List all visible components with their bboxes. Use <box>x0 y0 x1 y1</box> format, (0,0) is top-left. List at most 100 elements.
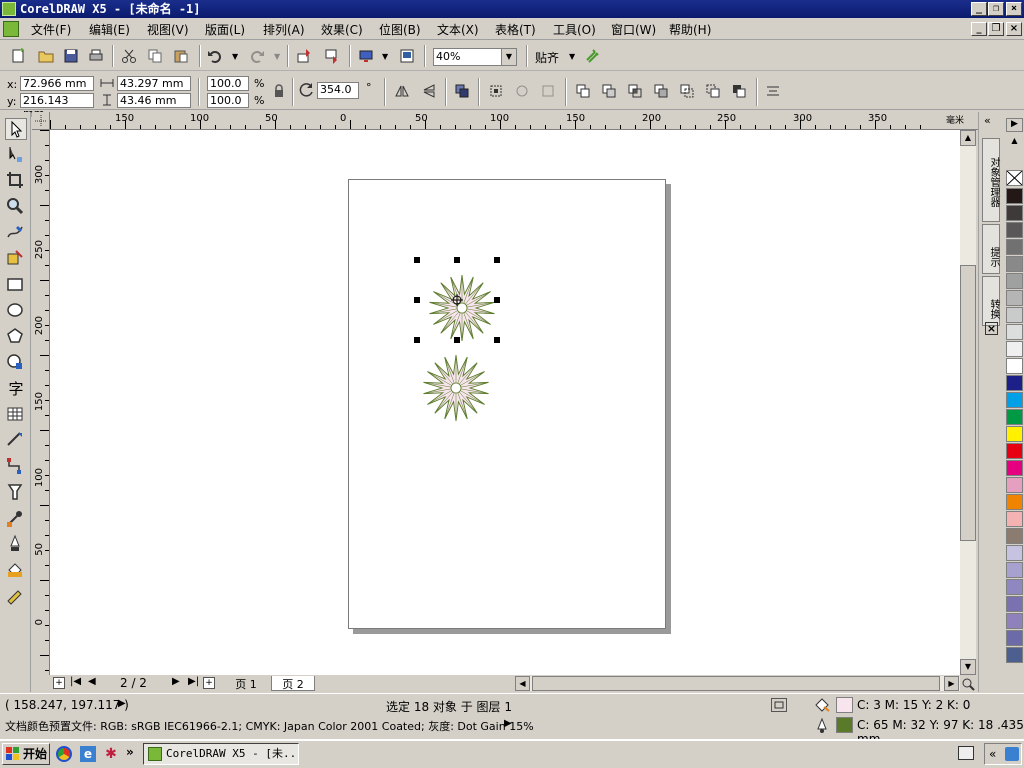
palette-swatch[interactable] <box>1006 528 1023 544</box>
status-expand-icon[interactable]: ▶ <box>118 698 126 709</box>
palette-swatch[interactable] <box>1006 324 1023 340</box>
no-color-swatch[interactable] <box>1006 170 1023 186</box>
flower-unselected[interactable] <box>421 353 491 423</box>
vertical-ruler[interactable]: 300 250 200 150 100 50 0 <box>32 130 50 675</box>
doc-restore-button[interactable]: ❐ <box>988 22 1004 36</box>
palette-scroll-up-icon[interactable]: ▶ <box>1006 118 1023 132</box>
palette-swatch[interactable] <box>1006 222 1023 238</box>
outline-tool-icon[interactable] <box>5 534 27 556</box>
snap-status-icon[interactable] <box>771 698 787 712</box>
docker-collapse-icon[interactable]: « <box>984 114 991 127</box>
combine-icon[interactable] <box>539 82 557 100</box>
navigator-icon[interactable] <box>960 676 976 691</box>
menu-effects[interactable]: 效果(C) <box>321 21 363 38</box>
palette-swatch[interactable] <box>1006 596 1023 612</box>
palette-swatch[interactable] <box>1006 494 1023 510</box>
copy-icon[interactable] <box>146 47 164 65</box>
interactive-fill-tool-icon[interactable] <box>5 586 27 608</box>
back-minus-front-icon[interactable] <box>704 82 722 100</box>
weld-icon[interactable] <box>574 82 592 100</box>
page-tab-1[interactable]: 页 1 <box>225 676 267 691</box>
fill-indicator-icon[interactable] <box>813 697 831 713</box>
palette-swatch[interactable] <box>1006 562 1023 578</box>
flower-selected[interactable] <box>410 256 514 360</box>
app-shortcut-icon[interactable]: ✱ <box>103 746 119 762</box>
palette-swatch[interactable] <box>1006 307 1023 323</box>
open-icon[interactable] <box>37 47 55 65</box>
shape-tool-icon[interactable] <box>5 144 27 166</box>
fill-color-swatch[interactable] <box>836 697 853 713</box>
application-launcher-icon[interactable] <box>357 47 375 65</box>
redo-dropdown-icon[interactable]: ▼ <box>274 52 280 61</box>
horizontal-scrollbar[interactable]: ◀ ▶ <box>515 676 960 691</box>
scroll-down-button[interactable]: ▼ <box>960 659 976 675</box>
horizontal-scroll-thumb[interactable] <box>532 676 940 691</box>
palette-swatch[interactable] <box>1006 239 1023 255</box>
menu-arrange[interactable]: 排列(A) <box>263 21 305 38</box>
menu-layout[interactable]: 版面(L) <box>205 21 245 38</box>
palette-up-arrow-icon[interactable]: ▲ <box>1006 136 1023 148</box>
palette-swatch[interactable] <box>1006 647 1023 663</box>
minimize-button[interactable]: _ <box>971 2 987 16</box>
start-button[interactable]: 开始 <box>2 743 50 765</box>
eyedropper-tool-icon[interactable] <box>5 508 27 530</box>
snap-to-menu[interactable]: 贴齐 <box>535 49 559 66</box>
mirror-horizontal-icon[interactable] <box>393 82 411 100</box>
tray-expand-icon[interactable]: « <box>989 747 996 761</box>
lock-ratio-icon[interactable] <box>270 82 288 100</box>
crop-tool-icon[interactable] <box>5 170 27 192</box>
ruler-origin-icon[interactable] <box>32 112 50 130</box>
redo-icon[interactable] <box>248 47 266 65</box>
intersect-icon[interactable] <box>626 82 644 100</box>
smart-fill-tool-icon[interactable] <box>5 248 27 270</box>
basic-shapes-tool-icon[interactable] <box>5 352 27 374</box>
maximize-button[interactable]: ❐ <box>988 2 1004 16</box>
menu-text[interactable]: 文本(X) <box>437 21 479 38</box>
selection-handle-bc[interactable] <box>454 337 460 343</box>
flower-shape-1[interactable] <box>429 274 495 342</box>
export-icon[interactable] <box>323 47 341 65</box>
menu-file[interactable]: 文件(F) <box>31 21 71 38</box>
selection-handle-br[interactable] <box>494 337 500 343</box>
doc-close-button[interactable]: × <box>1006 22 1022 36</box>
palette-swatch[interactable] <box>1006 273 1023 289</box>
menu-edit[interactable]: 编辑(E) <box>89 21 130 38</box>
profile-expand-icon[interactable]: ▶ <box>504 718 512 729</box>
chrome-icon[interactable] <box>56 746 72 762</box>
y-position-input[interactable]: 216.143 mm <box>20 93 94 120</box>
palette-swatch[interactable] <box>1006 341 1023 357</box>
welcome-screen-icon[interactable] <box>398 47 416 65</box>
outline-indicator-icon[interactable] <box>815 717 829 734</box>
palette-swatch[interactable] <box>1006 511 1023 527</box>
add-page-after-icon[interactable]: + <box>203 677 215 689</box>
menu-window[interactable]: 窗口(W) <box>611 21 656 38</box>
rotation-angle-input[interactable]: 354.0 <box>317 82 359 99</box>
drawing-canvas[interactable] <box>50 130 960 675</box>
palette-swatch[interactable] <box>1006 579 1023 595</box>
menu-bitmaps[interactable]: 位图(B) <box>379 21 421 38</box>
selection-center-icon[interactable] <box>451 294 463 306</box>
save-icon[interactable] <box>62 47 80 65</box>
create-boundary-icon[interactable] <box>730 82 748 100</box>
palette-swatch[interactable] <box>1006 205 1023 221</box>
selection-handle-bl[interactable] <box>414 337 420 343</box>
horizontal-ruler[interactable]: 毫米 150 100 50 0 50 100 150 200 250 300 350 <box>50 112 980 130</box>
new-icon[interactable] <box>9 47 27 65</box>
front-minus-back-icon[interactable] <box>678 82 696 100</box>
width-input[interactable]: 43.297 mm <box>117 76 191 91</box>
palette-swatch[interactable] <box>1006 256 1023 272</box>
drawing-page[interactable] <box>348 179 666 629</box>
cut-icon[interactable] <box>120 47 138 65</box>
dimension-tool-icon[interactable] <box>5 430 27 452</box>
next-page-icon[interactable]: ▶ <box>172 676 180 687</box>
ungroup-all-icon[interactable] <box>513 82 531 100</box>
palette-swatch[interactable] <box>1006 290 1023 306</box>
trim-icon[interactable] <box>600 82 618 100</box>
palette-swatch[interactable] <box>1006 613 1023 629</box>
first-page-icon[interactable]: |◀ <box>70 676 81 687</box>
flower-shape-2[interactable] <box>423 354 489 422</box>
doc-minimize-button[interactable]: _ <box>971 22 987 36</box>
docker-tab-transform[interactable]: 转换 <box>982 276 1000 326</box>
page-tab-2[interactable]: 页 2 <box>271 676 315 691</box>
blend-tool-icon[interactable] <box>5 482 27 504</box>
